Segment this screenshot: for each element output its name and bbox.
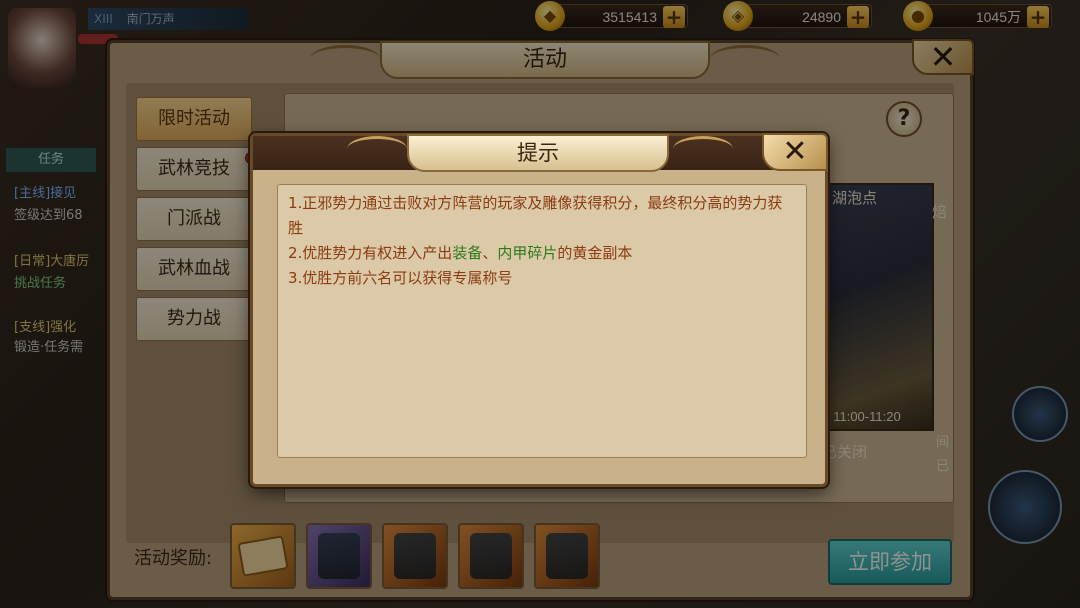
tip-text: 、	[482, 244, 498, 262]
tip-text: 3.优胜方前六名可以获得专属称号	[288, 269, 513, 287]
title-ornament-right	[673, 136, 733, 162]
tip-text: 的黄金副本	[557, 244, 633, 262]
tip-body: 1.正邪势力通过击败对方阵营的玩家及雕像获得积分，最终积分高的势力获胜 2.优胜…	[277, 184, 807, 458]
tip-highlight-equipment: 装备	[452, 244, 483, 262]
tip-title: 提示	[407, 134, 669, 172]
tip-line-3: 3.优胜方前六名可以获得专属称号	[288, 266, 796, 291]
tip-text: 1.正邪势力通过击败对方阵营的玩家及雕像获得积分，最终积分高的势力获胜	[288, 194, 783, 237]
tip-line-2: 2.优胜势力有权进入产出装备、内甲碎片的黄金副本	[288, 241, 796, 266]
tip-highlight-armor-shards: 内甲碎片	[497, 244, 558, 262]
tip-dialog: 提示 ✕ 1.正邪势力通过击败对方阵营的玩家及雕像获得积分，最终积分高的势力获胜…	[250, 133, 828, 487]
title-ornament-left	[347, 136, 407, 162]
tip-line-1: 1.正邪势力通过击败对方阵营的玩家及雕像获得积分，最终积分高的势力获胜	[288, 191, 796, 241]
tip-text: 2.优胜势力有权进入产出	[288, 244, 453, 262]
tip-close-button[interactable]: ✕	[762, 133, 828, 171]
